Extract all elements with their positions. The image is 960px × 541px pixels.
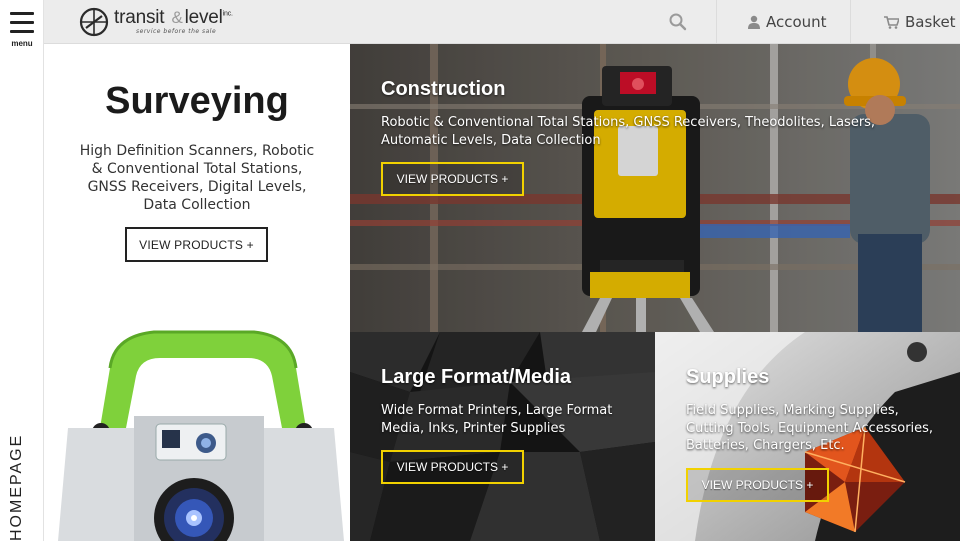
site-logo[interactable]: transit & levelinc. service before the sa… [78, 6, 244, 38]
sidebar: menu HOMEPAGE [0, 0, 44, 541]
homepage-vertical-label: HOMEPAGE [8, 433, 25, 541]
supplies-tile[interactable]: Supplies Field Supplies, Marking Supplie… [655, 332, 960, 541]
logo-wordmark: transit & levelinc. service before the sa… [114, 6, 244, 38]
menu-label[interactable]: menu [0, 39, 44, 48]
construction-tile[interactable]: Construction Robotic & Conventional Tota… [350, 44, 960, 332]
user-icon [748, 15, 760, 29]
logo-ampersand: & [171, 8, 183, 27]
header-divider [850, 0, 851, 44]
top-header: transit & levelinc. service before the sa… [44, 0, 960, 44]
construction-view-products-button[interactable]: VIEW PRODUCTS + [381, 162, 524, 196]
total-station-image [58, 330, 344, 541]
cart-icon [884, 15, 899, 29]
large-format-media-tile[interactable]: Large Format/Media Wide Format Printers,… [350, 332, 655, 541]
supplies-title: Supplies [686, 366, 770, 388]
logo-name-transit: transit [114, 7, 165, 28]
account-link[interactable]: Account [748, 13, 827, 31]
surveying-title: Surveying [105, 80, 289, 122]
construction-description: Robotic & Conventional Total Stations, G… [381, 115, 876, 148]
surveying-panel: Surveying High Definition Scanners, Robo… [44, 44, 350, 541]
construction-title: Construction [381, 78, 506, 100]
header-divider [716, 0, 717, 44]
search-icon[interactable] [668, 12, 688, 32]
logo-inc: inc. [222, 10, 233, 18]
logo-tagline: service before the sale [136, 28, 217, 35]
menu-icon[interactable] [10, 12, 34, 34]
large-format-media-description: Wide Format Printers, Large Format Media… [381, 403, 613, 436]
surveying-description: High Definition Scanners, Robotic & Conv… [79, 143, 315, 213]
basket-link[interactable]: Basket (0 [884, 13, 960, 31]
account-label: Account [766, 13, 827, 31]
supplies-view-products-button[interactable]: VIEW PRODUCTS + [686, 468, 829, 502]
surveying-view-products-button[interactable]: VIEW PRODUCTS + [125, 227, 268, 262]
logo-crosshair-icon [79, 7, 109, 37]
basket-label: Basket (0 [905, 13, 960, 31]
supplies-description: Field Supplies, Marking Supplies, Cuttin… [686, 403, 934, 453]
large-format-media-view-products-button[interactable]: VIEW PRODUCTS + [381, 450, 524, 484]
large-format-media-title: Large Format/Media [381, 366, 572, 388]
logo-name-level: level [184, 7, 223, 28]
